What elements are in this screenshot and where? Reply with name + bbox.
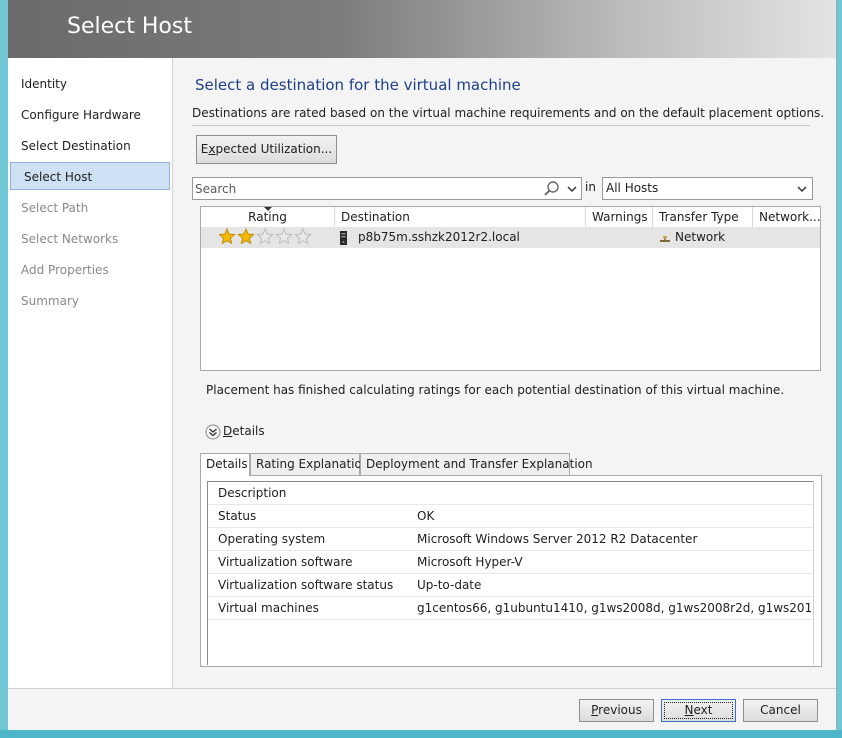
property-key: Status (218, 509, 257, 523)
chevron-down-icon (796, 182, 808, 196)
host-scope-select[interactable]: All Hosts (602, 177, 813, 200)
property-key: Virtualization software (218, 555, 353, 569)
sidebar-item-select-host[interactable]: Select Host (10, 162, 170, 190)
list-item: Description (208, 482, 813, 505)
column-header-network[interactable]: Network... (753, 207, 820, 227)
destination-grid: Rating Destination Warnings Transfer Typ… (200, 206, 821, 371)
column-header-transfer-type[interactable]: Transfer Type (653, 207, 753, 227)
sidebar-item-select-path: Select Path (21, 201, 89, 215)
sort-descending-icon (264, 207, 272, 211)
page-title: Select a destination for the virtual mac… (195, 76, 521, 94)
property-key: Operating system (218, 532, 326, 546)
sidebar-item-select-destination[interactable]: Select Destination (8, 132, 170, 160)
rating-stars (218, 227, 315, 249)
list-item: Virtualization software status Up-to-dat… (208, 574, 813, 597)
next-label: ext (693, 703, 713, 717)
page-subtitle: Destinations are rated based on the virt… (192, 106, 825, 120)
sidebar-item-select-networks: Select Networks (21, 232, 119, 246)
next-access-key: N (684, 703, 694, 717)
divider (192, 125, 810, 126)
column-header-destination[interactable]: Destination (335, 207, 586, 227)
table-row[interactable]: p8b75m.sshzk2012r2.local Network (201, 227, 820, 248)
tab-details[interactable]: Details (200, 453, 250, 476)
sidebar-item-summary: Summary (21, 294, 79, 308)
star-empty-icon (275, 227, 293, 245)
wizard-title: Select Host (67, 14, 192, 39)
wizard-steps-sidebar: Identity Configure Hardware Select Desti… (8, 58, 173, 688)
search-icon[interactable] (543, 180, 561, 198)
server-icon (339, 227, 349, 248)
details-panel: Description Status OK Operating system M… (200, 475, 822, 667)
tab-deployment-transfer-explanation[interactable]: Deployment and Transfer Explanation (360, 453, 593, 475)
previous-button[interactable]: Previous (579, 699, 654, 722)
cancel-button[interactable]: Cancel (743, 699, 818, 722)
sidebar-item-add-properties: Add Properties (21, 263, 109, 277)
chevron-down-icon[interactable] (566, 182, 578, 196)
search-input[interactable] (195, 180, 535, 197)
properties-list: Description Status OK Operating system M… (207, 481, 814, 665)
property-value: Microsoft Hyper-V (417, 555, 523, 569)
placement-status-message: Placement has finished calculating ratin… (206, 383, 785, 397)
taskbar (0, 730, 842, 738)
list-item: Virtualization software Microsoft Hyper-… (208, 551, 813, 574)
star-rating-icon (218, 227, 312, 245)
expected-utilization-access-key: x (208, 142, 216, 156)
property-key: Description (218, 486, 287, 500)
star-empty-icon (294, 227, 312, 245)
tab-rating-explanation[interactable]: Rating Explanation (250, 453, 369, 475)
list-item: Operating system Microsoft Windows Serve… (208, 528, 813, 551)
grid-header: Rating Destination Warnings Transfer Typ… (201, 207, 820, 228)
list-item: Virtual machines g1centos66, g1ubuntu141… (208, 597, 813, 620)
property-key: Virtual machines (218, 601, 319, 615)
list-item: Status OK (208, 505, 813, 528)
sidebar-item-identity[interactable]: Identity (8, 70, 170, 98)
wizard-window: Select Host Identity Configure Hardware … (8, 0, 837, 731)
sidebar-item-configure-hardware[interactable]: Configure Hardware (8, 101, 170, 129)
main-content: Select a destination for the virtual mac… (173, 58, 836, 688)
property-value: OK (417, 509, 435, 523)
previous-label: revious (598, 703, 642, 717)
host-scope-value: All Hosts (606, 181, 659, 195)
next-button[interactable]: Next (661, 699, 736, 722)
chevron-double-down-icon (205, 424, 221, 440)
wizard-footer: Previous Next Cancel (8, 688, 836, 731)
property-value: Up-to-date (417, 578, 482, 592)
column-header-rating[interactable]: Rating (201, 207, 335, 227)
network-transfer-icon (658, 227, 672, 248)
destination-host-name: p8b75m.sshzk2012r2.local (358, 230, 520, 244)
wizard-header: Select Host (8, 0, 836, 58)
details-toggle-access-key: D (223, 424, 233, 438)
column-header-rating-label: Rating (248, 210, 287, 224)
expected-utilization-label-end: pected Utilization... (215, 142, 333, 156)
property-value: Microsoft Windows Server 2012 R2 Datacen… (417, 532, 698, 546)
column-header-warnings[interactable]: Warnings (586, 207, 653, 227)
star-filled-icon (218, 227, 236, 245)
search-scope-label: in (585, 180, 596, 194)
property-key: Virtualization software status (218, 578, 394, 592)
search-box (192, 177, 582, 200)
details-toggle-label: etails (232, 424, 265, 438)
star-empty-icon (256, 227, 274, 245)
expected-utilization-button[interactable]: Expected Utilization... (196, 135, 337, 164)
transfer-type-value: Network (675, 230, 726, 244)
property-value: g1centos66, g1ubuntu1410, g1ws2008d, g1w… (417, 601, 811, 615)
star-filled-icon (237, 227, 255, 245)
